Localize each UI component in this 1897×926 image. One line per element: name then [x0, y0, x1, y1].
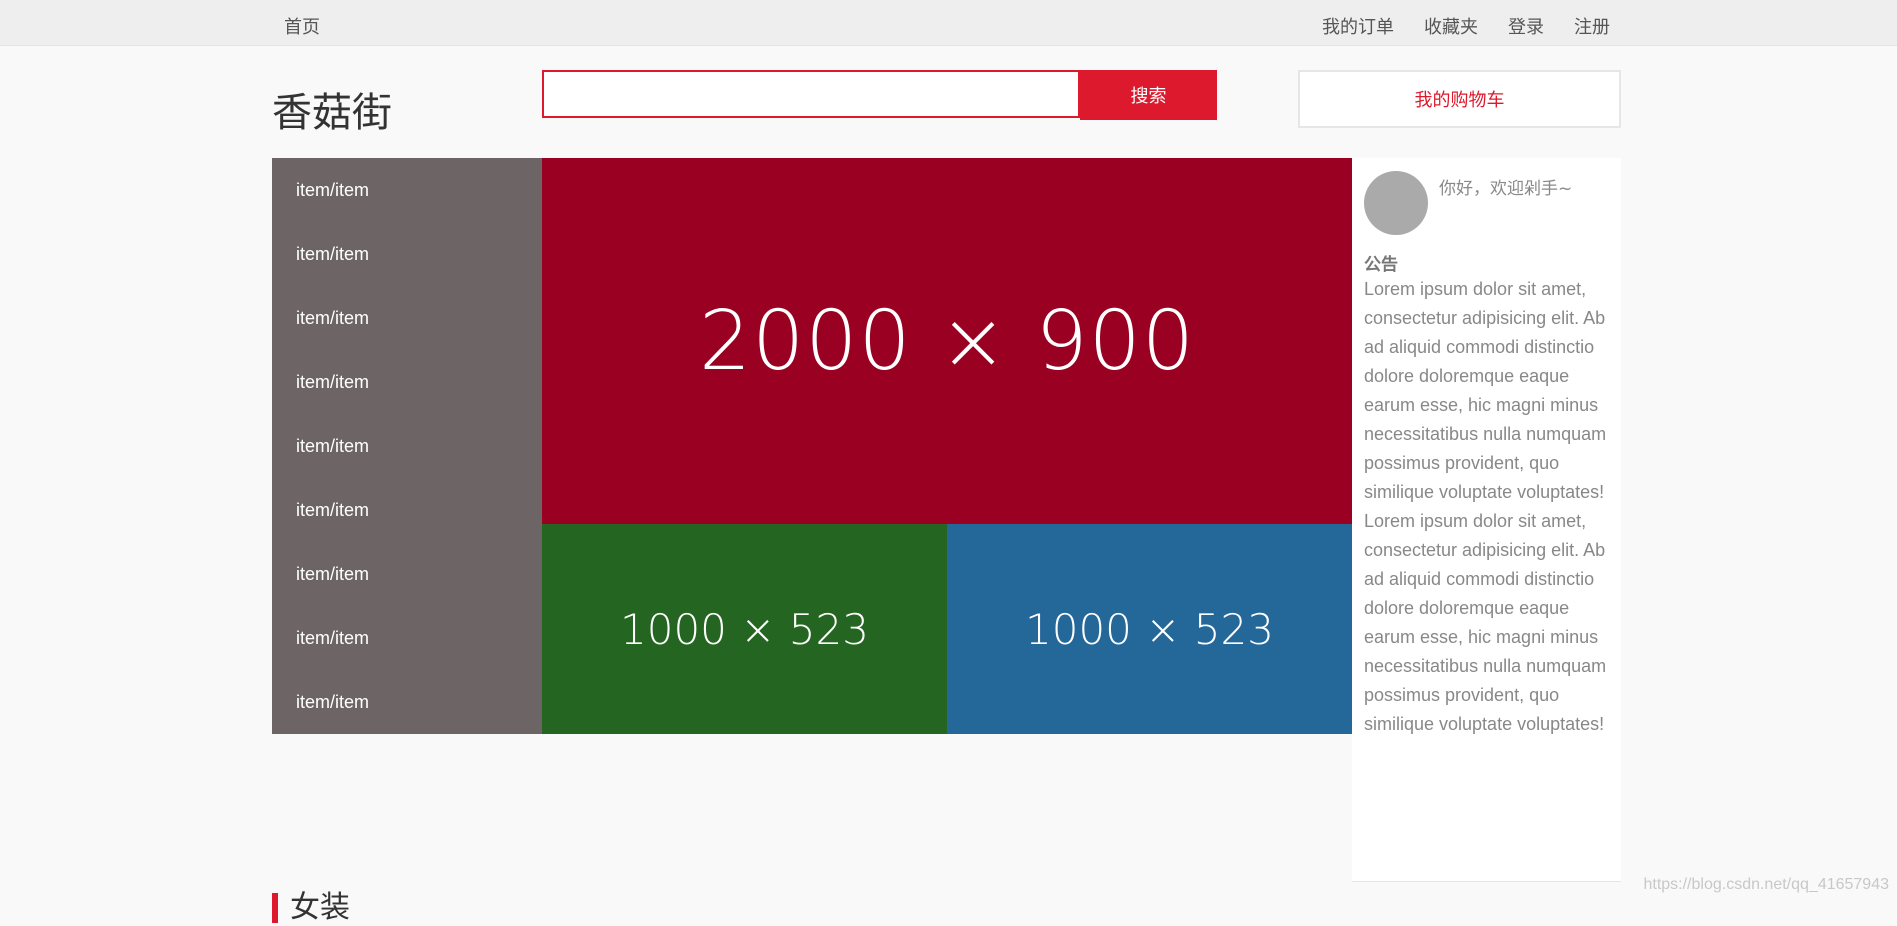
category-item[interactable]: item/item: [272, 414, 542, 478]
category-item[interactable]: item/item: [272, 158, 542, 222]
category-item[interactable]: item/item: [272, 286, 542, 350]
notice-body: Lorem ipsum dolor sit amet, consectetur …: [1364, 279, 1607, 734]
my-orders-link[interactable]: 我的订单: [1322, 13, 1394, 39]
search-button[interactable]: 搜索: [1080, 70, 1217, 120]
top-nav-links: 我的订单 收藏夹 登录 注册: [1322, 13, 1610, 39]
category-item[interactable]: item/item: [272, 478, 542, 542]
category-item[interactable]: item/item: [272, 542, 542, 606]
category-item[interactable]: item/item: [272, 606, 542, 670]
sub-banner-left[interactable]: 1000 × 523: [542, 524, 947, 734]
user-panel: 你好，欢迎剁手~ 公告 Lorem ipsum dolor sit amet, …: [1352, 158, 1621, 882]
category-item[interactable]: item/item: [272, 670, 542, 734]
category-menu: item/item item/item item/item item/item …: [272, 158, 542, 734]
welcome-greeting: 你好，欢迎剁手~: [1439, 179, 1573, 199]
section-accent-bar: [272, 893, 278, 923]
top-nav-bar: 首页 我的订单 收藏夹 登录 注册: [0, 0, 1897, 46]
main-banner[interactable]: 2000 × 900: [542, 158, 1352, 524]
register-link[interactable]: 注册: [1574, 13, 1610, 39]
sub-banner-right[interactable]: 1000 × 523: [947, 524, 1352, 734]
search-input[interactable]: [542, 70, 1080, 118]
category-item[interactable]: item/item: [272, 350, 542, 414]
my-cart-button[interactable]: 我的购物车: [1298, 70, 1621, 128]
site-logo[interactable]: 香菇街: [272, 80, 392, 138]
home-link[interactable]: 首页: [284, 13, 320, 39]
avatar[interactable]: [1364, 171, 1428, 235]
category-item[interactable]: item/item: [272, 222, 542, 286]
watermark: https://blog.csdn.net/qq_41657943: [1643, 876, 1889, 893]
login-link[interactable]: 登录: [1508, 13, 1544, 39]
section-title: 女装: [290, 890, 350, 925]
notice-title: 公告: [1364, 255, 1398, 275]
favorites-link[interactable]: 收藏夹: [1424, 13, 1478, 39]
